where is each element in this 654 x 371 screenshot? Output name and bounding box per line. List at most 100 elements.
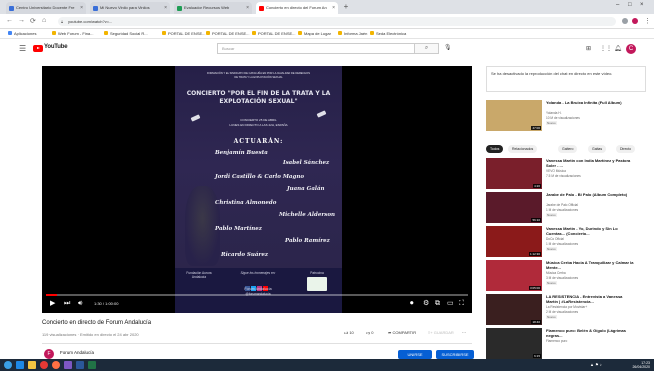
volume-icon[interactable]: 🔊︎	[78, 300, 82, 308]
subscribe-button[interactable]: SUSCRIBIRSE	[436, 350, 474, 359]
browser-tab-active[interactable]: Concierto en directo del Forum An ×	[256, 2, 338, 14]
back-arrow-icon[interactable]: ←	[6, 17, 13, 24]
video-thumbnail[interactable]: 56:10	[486, 192, 542, 223]
play-icon[interactable]: ▶	[50, 300, 55, 308]
start-button-icon[interactable]	[4, 361, 12, 369]
video-player[interactable]: FORMACIÓN Y EL SINDICATO DE CATALUÑA EN …	[42, 66, 472, 313]
recommendation-channel: La Resistencia por Movistar+	[546, 305, 588, 309]
video-thumbnail[interactable]: 18:40	[486, 294, 542, 325]
bookmark-item[interactable]: PORTAL DE ENSE...	[162, 31, 206, 36]
bookmark-item[interactable]: PORTAL DE ENSE...	[206, 31, 250, 36]
recommendation-item[interactable]: 4:20 Vanessa Martín con India Martínez y…	[486, 158, 646, 190]
video-thumbnail[interactable]: 1:12:30	[486, 226, 542, 257]
recommendation-channel: VEVO Música	[546, 169, 566, 173]
browser-tab[interactable]: Centro Universitario Docente Fre ×	[6, 2, 86, 14]
word-icon[interactable]	[76, 361, 84, 369]
join-button[interactable]: UNIRSE	[398, 350, 432, 359]
close-icon[interactable]: ×	[164, 5, 167, 11]
window-close-icon[interactable]: ×	[640, 2, 644, 8]
recommendation-item[interactable]: 18:40 LA RESISTENCIA - Entrevista a Vane…	[486, 294, 646, 326]
bookmarks-bar: Aplicaciones Web Forum - Fina... Segurid…	[0, 29, 654, 39]
youtube-logo[interactable]: YouTube	[33, 44, 68, 53]
recommendation-channel: Música Cerba	[546, 271, 566, 275]
tab-label: Mi Nuevo Vinilo para Vinilos	[100, 5, 150, 10]
menu-dots-icon[interactable]: ⋮	[644, 17, 651, 25]
chrome-icon[interactable]	[40, 361, 48, 369]
video-thumbnail[interactable]: 47:00	[486, 100, 542, 131]
browser-tab[interactable]: Evaluador Recursos Web ×	[174, 2, 252, 14]
close-icon[interactable]: ×	[246, 5, 249, 11]
close-icon[interactable]: ×	[332, 5, 335, 11]
miniplayer-icon[interactable]: ⧉	[435, 300, 440, 308]
poster-header: DE TRATA Y LA EXPLOTACIÓN SEXUAL	[234, 76, 283, 79]
channel-avatar[interactable]: F	[44, 349, 54, 359]
progress-bar[interactable]	[46, 294, 468, 296]
close-icon[interactable]: ×	[80, 5, 83, 11]
chip-all[interactable]: Todos	[486, 145, 504, 153]
performer-name: Pablo Ramírez	[285, 238, 330, 244]
profile-icon[interactable]	[632, 18, 638, 24]
bookmark-item[interactable]: Seguridad Social R...	[104, 31, 148, 36]
browser-tab[interactable]: Mi Nuevo Vinilo para Vinilos ×	[90, 2, 170, 14]
excel-icon[interactable]	[88, 361, 96, 369]
reload-icon[interactable]: ⟳	[30, 17, 36, 25]
media-player-icon[interactable]	[64, 361, 72, 369]
search-input[interactable]: Buscar	[217, 43, 415, 54]
chip-related[interactable]: Relacionados	[508, 145, 538, 153]
minimize-icon[interactable]: –	[616, 2, 619, 8]
url-field[interactable]: 🔒︎ youtube.com/watch?v=...	[58, 17, 616, 26]
autoplay-toggle-icon[interactable]: ⏺	[410, 300, 414, 308]
recommendation-item[interactable]: 3:05:00 Música Cerba Hacia A Tranquiliza…	[486, 260, 646, 292]
next-icon[interactable]: ⏭	[64, 300, 70, 308]
forward-arrow-icon[interactable]: →	[18, 17, 25, 24]
apps-grid-icon	[8, 31, 12, 35]
channel-name[interactable]: Forum Andalucía	[60, 350, 94, 355]
share-button[interactable]: ➦ COMPARTIR	[388, 330, 416, 335]
fullscreen-icon[interactable]: ⛶	[459, 300, 464, 308]
user-avatar[interactable]: C	[626, 44, 636, 54]
bookmark-item[interactable]: Seda Electrónica	[370, 31, 406, 36]
firefox-icon[interactable]	[52, 361, 60, 369]
settings-gear-icon[interactable]: ⚙	[423, 300, 429, 308]
create-video-icon[interactable]: ⊞	[586, 45, 591, 52]
dislike-button[interactable]: 👎︎ 0	[366, 330, 373, 336]
hamburger-menu-icon[interactable]: ☰	[19, 44, 26, 53]
poster-footer-org: Forum Andalucía	[244, 287, 272, 291]
recommendation-item[interactable]: 47:00 Yolanda - La Bruixa Infinita (Full…	[486, 100, 646, 132]
folder-icon	[162, 31, 166, 35]
bookmark-item[interactable]: Aplicaciones	[8, 31, 36, 36]
chip-directo[interactable]: Directo	[616, 145, 636, 153]
more-actions-icon[interactable]: ⋯	[462, 330, 466, 335]
file-explorer-icon[interactable]	[28, 361, 36, 369]
performer-name: Isabel Sánchez	[283, 160, 330, 166]
internet-explorer-icon[interactable]	[16, 361, 24, 369]
clock[interactable]: 17:23 26/04/2020	[632, 361, 650, 369]
video-thumbnail[interactable]: 4:20	[486, 158, 542, 189]
save-button[interactable]: ≡+ GUARDAR	[428, 330, 454, 335]
apps-grid-icon[interactable]: ⋮⋮	[600, 45, 612, 52]
chip-gaitas[interactable]: Gaitas	[588, 145, 607, 153]
extension-icon[interactable]	[622, 18, 628, 24]
bookmark-item[interactable]: Web Forum - Fina...	[52, 31, 94, 36]
system-tray-icons[interactable]: ▲ ⚑ ♪	[590, 362, 602, 367]
bookmark-item[interactable]: Mapa de Lugar	[298, 31, 331, 36]
new-tab-button[interactable]: +	[342, 3, 350, 11]
recommendation-views: 3 M de visualizaciones	[546, 276, 579, 280]
recommendation-item[interactable]: 1:12:30 Vanessa Martín - Yo, Durindo y S…	[486, 226, 646, 258]
bookmark-item[interactable]: PORTAL DE ENSE...	[252, 31, 296, 36]
new-badge: Nuevo	[546, 281, 557, 285]
home-icon[interactable]: ⌂	[42, 17, 46, 24]
like-button[interactable]: 👍︎ 10	[344, 330, 354, 336]
notifications-bell-icon[interactable]: 🔔︎	[614, 45, 622, 52]
bookmark-item[interactable]: Informa Jaén	[338, 31, 367, 36]
video-thumbnail[interactable]: 6:15	[486, 328, 542, 359]
video-thumbnail[interactable]: 3:05:00	[486, 260, 542, 291]
maximize-icon[interactable]: □	[628, 2, 632, 8]
chip-gaitero[interactable]: Gaitero	[558, 145, 578, 153]
search-button[interactable]: ⌕	[415, 43, 439, 54]
performer-name: Juana Galán	[287, 186, 325, 192]
recommendation-item[interactable]: 6:15 Flamenco puro: Belén & Gígolo (Lágr…	[486, 328, 646, 360]
microphone-icon[interactable]: 🎙︎	[444, 44, 452, 51]
theater-mode-icon[interactable]: ▭	[447, 300, 454, 308]
recommendation-item[interactable]: 56:10 Jarabe de Palo - Bi Palo (Album Co…	[486, 192, 646, 224]
